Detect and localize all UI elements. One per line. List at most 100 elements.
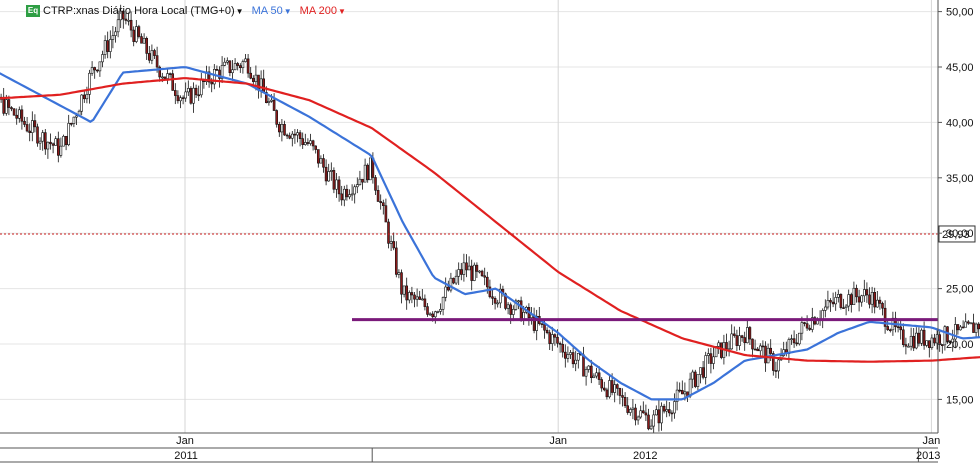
candle-body — [927, 340, 931, 348]
ma50-legend-label[interactable]: MA 50 — [252, 5, 283, 17]
candle-body — [387, 221, 390, 244]
candle-body — [148, 53, 151, 61]
candle-body — [303, 142, 307, 145]
candle-body — [111, 35, 115, 40]
candle-body — [600, 379, 604, 389]
candle-body — [483, 275, 487, 278]
candle-body — [374, 177, 377, 191]
candle-body — [756, 348, 760, 352]
candle-body — [106, 40, 109, 52]
candle-body — [67, 123, 70, 146]
candle-body — [12, 108, 16, 116]
candle-body — [246, 58, 250, 74]
candle-body — [636, 416, 640, 421]
candle-body — [368, 157, 372, 181]
candle-body — [280, 124, 284, 133]
candle-body — [384, 205, 388, 223]
candle-body — [493, 298, 497, 304]
candle-body — [803, 322, 806, 324]
candle-body — [860, 295, 864, 303]
candle-body — [472, 264, 476, 281]
candle-body — [670, 412, 674, 415]
candle-body — [613, 384, 617, 393]
candle-body — [226, 60, 229, 63]
candle-body — [407, 292, 411, 301]
candle-body — [402, 285, 406, 295]
candle-body — [72, 116, 76, 124]
candle-body — [418, 296, 422, 300]
candle-body — [296, 132, 299, 136]
candle-body — [161, 76, 164, 79]
candle-body — [311, 140, 315, 147]
candle-body — [712, 356, 715, 364]
candle-body — [301, 138, 305, 145]
chevron-down-icon[interactable]: ▼ — [284, 7, 292, 16]
candle-body — [392, 241, 396, 249]
candle-body — [839, 294, 843, 308]
candle-body — [961, 326, 965, 329]
candle-body — [109, 39, 112, 52]
candle-body — [233, 63, 237, 71]
candle-body — [309, 140, 312, 144]
candle-body — [753, 348, 757, 351]
candle-body — [192, 87, 195, 104]
candle-body — [168, 73, 172, 75]
candle-body — [54, 138, 58, 146]
candle-body — [558, 342, 562, 345]
candle-body — [454, 275, 458, 284]
candle-body — [696, 374, 700, 387]
candle-body — [875, 299, 879, 308]
candle-body — [298, 132, 302, 139]
chevron-down-icon[interactable]: ▼ — [338, 7, 346, 16]
chart-svg: 29,93 15,0020,0025,0030,0035,0040,0045,0… — [0, 0, 980, 463]
candle-body — [262, 78, 266, 93]
candle-body — [862, 289, 866, 297]
candle-body — [735, 335, 739, 346]
candle-body — [831, 301, 835, 305]
candle-body — [886, 326, 890, 331]
candle-body — [569, 352, 572, 355]
candle-body — [244, 58, 247, 62]
candle-body — [652, 414, 656, 427]
candle-body — [337, 179, 341, 195]
equity-icon[interactable]: Eq — [26, 5, 40, 17]
candle-body — [288, 135, 292, 139]
candle-body — [556, 336, 559, 344]
candle-body — [405, 285, 409, 301]
candle-body — [101, 54, 104, 63]
candle-body — [834, 297, 838, 305]
candle-body — [631, 407, 635, 410]
candle-body — [439, 308, 442, 312]
candle-body — [132, 29, 135, 42]
ma200-legend-label[interactable]: MA 200 — [300, 5, 337, 17]
candle-body — [597, 372, 601, 380]
stock-chart[interactable]: 29,93 15,00 20,00 25,00 30,00 35,00 40,00 45,0… — [0, 0, 980, 463]
candle-body — [194, 87, 198, 96]
candle-body — [870, 291, 874, 305]
candle-body — [974, 323, 978, 333]
candle-body — [431, 313, 435, 318]
chart-legend[interactable]: Eq CTRP:xnas Diário Hora Local (TMG+0) ▼… — [26, 4, 354, 18]
candle-body — [478, 270, 481, 273]
candle-body — [465, 262, 468, 271]
candle-body — [129, 19, 133, 31]
candle-body — [800, 322, 804, 334]
candle-body — [285, 134, 289, 137]
candle-body — [506, 304, 510, 309]
candle-body — [582, 354, 585, 377]
candle-body — [51, 143, 55, 146]
candle-body — [964, 321, 968, 328]
candle-body — [605, 389, 609, 398]
candle-body — [184, 91, 187, 99]
candle-body — [901, 329, 905, 345]
candle-body — [623, 397, 627, 407]
candle-body — [561, 344, 565, 353]
candle-body — [241, 61, 245, 69]
candle-body — [930, 337, 934, 348]
symbol-title[interactable]: CTRP:xnas Diário Hora Local (TMG+0) — [43, 5, 235, 17]
chevron-down-icon[interactable]: ▼ — [236, 7, 244, 16]
candle-body — [452, 277, 455, 284]
candle-body — [740, 335, 744, 338]
candle-body — [426, 306, 429, 315]
candle-body — [639, 410, 643, 418]
